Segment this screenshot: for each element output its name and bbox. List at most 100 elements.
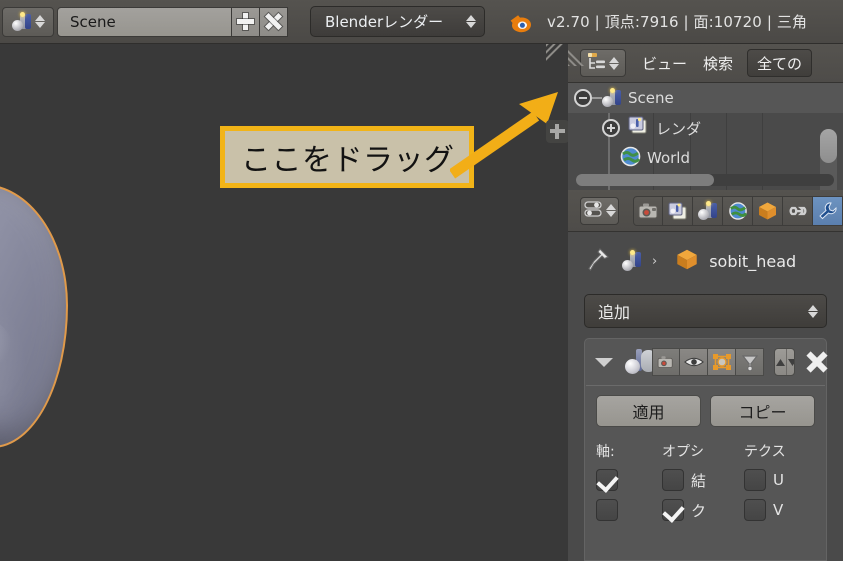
3d-viewport[interactable]: ここをドラッグ	[0, 44, 568, 561]
options-clip-checkbox[interactable]	[662, 499, 684, 521]
chevron-updown-icon	[466, 15, 476, 28]
column-header-axis: 軸:	[596, 441, 662, 461]
add-modifier-dropdown[interactable]: 追加	[584, 294, 827, 328]
delete-scene-button[interactable]	[260, 7, 288, 37]
options-merge-checkbox[interactable]	[662, 469, 684, 491]
render-engine-select[interactable]: Blenderレンダー	[310, 6, 485, 37]
move-up-down-icon[interactable]	[774, 348, 795, 376]
outliner-horizontal-scrollbar[interactable]	[576, 174, 834, 186]
move-up-button[interactable]	[775, 349, 787, 375]
chevron-updown-icon	[609, 57, 619, 70]
column-header-options: オプシ	[662, 441, 744, 461]
head-mesh-object[interactable]	[0, 184, 68, 448]
copy-button[interactable]: コピー	[710, 395, 815, 427]
modifier-panel[interactable]: 適用 コピー 軸: オプシ テクス 結	[584, 338, 827, 561]
scene-datablock-type-button[interactable]	[2, 7, 54, 37]
chevron-updown-icon	[808, 305, 818, 318]
close-x-icon[interactable]	[805, 350, 818, 374]
modifier-checkbox-row: 結 U	[596, 469, 815, 491]
outliner-row-render[interactable]: レンダ	[568, 113, 843, 143]
tab-modifiers[interactable]	[813, 196, 843, 226]
drag-here-callout: ここをドラッグ	[220, 126, 474, 188]
mirror-modifier-icon	[625, 349, 642, 375]
chevron-updown-icon	[35, 15, 45, 28]
outliner-search-menu[interactable]: 検索	[703, 53, 733, 74]
apply-button[interactable]: 適用	[596, 395, 701, 427]
tab-render[interactable]	[633, 196, 663, 226]
modifier-panel-header[interactable]	[585, 339, 826, 385]
add-scene-button[interactable]	[232, 7, 260, 37]
outliner-editor-type-button[interactable]	[580, 49, 626, 77]
render-toggle[interactable]	[652, 348, 680, 376]
scene-icon	[698, 202, 718, 220]
breadcrumb: › sobit_head	[568, 232, 843, 290]
modifier-panel-body: 適用 コピー 軸: オプシ テクス 結	[585, 386, 826, 530]
plus-icon	[237, 13, 254, 30]
options-merge-label: 結	[691, 470, 706, 491]
tab-scene[interactable]	[693, 196, 723, 226]
outliner-row-world[interactable]: World	[568, 143, 843, 173]
breadcrumb-separator: ›	[652, 254, 657, 269]
cube-icon	[675, 248, 699, 275]
world-icon	[620, 146, 641, 171]
chevron-updown-icon	[606, 204, 616, 217]
properties-header	[568, 190, 843, 232]
modifier-column-headers: 軸: オプシ テクス	[596, 441, 815, 461]
tab-render-layers[interactable]	[663, 196, 693, 226]
add-area-plus-icon[interactable]	[546, 120, 568, 143]
outliner-row-label: Scene	[628, 89, 674, 107]
blender-logo-icon	[507, 8, 535, 36]
properties-icon	[584, 200, 604, 222]
properties-editor[interactable]: › sobit_head 追加	[568, 190, 843, 561]
texture-u-label: U	[773, 471, 784, 489]
tab-object[interactable]	[753, 196, 783, 226]
outliner-row-scene[interactable]: Scene	[568, 83, 843, 113]
texture-v-label: V	[773, 501, 783, 519]
properties-editor-type-button[interactable]	[580, 197, 619, 225]
mesh-shading-cheek	[0, 314, 12, 378]
properties-tab-bar	[633, 196, 843, 226]
add-modifier-label: 追加	[598, 299, 630, 323]
top-header-bar: Scene Blenderレンダー v2.70 | 頂点:7916 | 面:10…	[0, 0, 843, 44]
render-engine-label: Blenderレンダー	[325, 11, 443, 32]
modifier-checkbox-row: ク V	[596, 499, 815, 521]
axis-x-checkbox[interactable]	[596, 469, 618, 491]
outliner-editor[interactable]: ビュー 検索 全ての Scene	[568, 44, 843, 190]
options-clip-label: ク	[691, 500, 706, 521]
render-icon	[628, 116, 650, 140]
outliner-row-label: World	[647, 149, 690, 167]
expand-icon[interactable]	[602, 119, 620, 137]
outliner-row-label: レンダ	[656, 118, 701, 139]
outliner-view-menu[interactable]: ビュー	[642, 53, 687, 74]
object-name-label: sobit_head	[709, 252, 796, 271]
cage-toggle[interactable]	[736, 348, 764, 376]
scene-icon	[602, 89, 622, 107]
scene-icon[interactable]	[622, 251, 644, 271]
right-editor-column: ビュー 検索 全ての Scene	[568, 44, 843, 561]
editmode-toggle[interactable]	[708, 348, 736, 376]
scene-name-field[interactable]: Scene	[57, 7, 232, 37]
tab-world[interactable]	[723, 196, 753, 226]
texture-u-checkbox[interactable]	[744, 469, 766, 491]
axis-y-checkbox[interactable]	[596, 499, 618, 521]
outliner-tree[interactable]: Scene レンダ	[568, 83, 843, 190]
pin-icon[interactable]	[585, 247, 610, 276]
close-x-icon	[265, 13, 282, 30]
column-header-texture: テクス	[744, 441, 786, 461]
move-down-button[interactable]	[787, 349, 795, 375]
viewport-toggle[interactable]	[680, 348, 708, 376]
texture-v-checkbox[interactable]	[744, 499, 766, 521]
triangle-down-icon[interactable]	[595, 358, 613, 367]
collapse-icon[interactable]	[574, 89, 592, 107]
modifier-visibility-toggles	[652, 348, 764, 376]
callout-label: ここをドラッグ	[241, 135, 455, 179]
area-corner-widget[interactable]	[546, 44, 568, 66]
modifier-action-buttons: 適用 コピー	[596, 395, 815, 427]
outliner-icon	[587, 52, 607, 74]
outliner-display-mode-select[interactable]: 全ての	[747, 49, 812, 77]
outliner-header: ビュー 検索 全ての	[568, 44, 843, 83]
tree-connector	[592, 97, 602, 99]
status-info-text: v2.70 | 頂点:7916 | 面:10720 | 三角	[547, 11, 807, 32]
scene-icon	[12, 13, 32, 31]
tab-constraints[interactable]	[783, 196, 813, 226]
